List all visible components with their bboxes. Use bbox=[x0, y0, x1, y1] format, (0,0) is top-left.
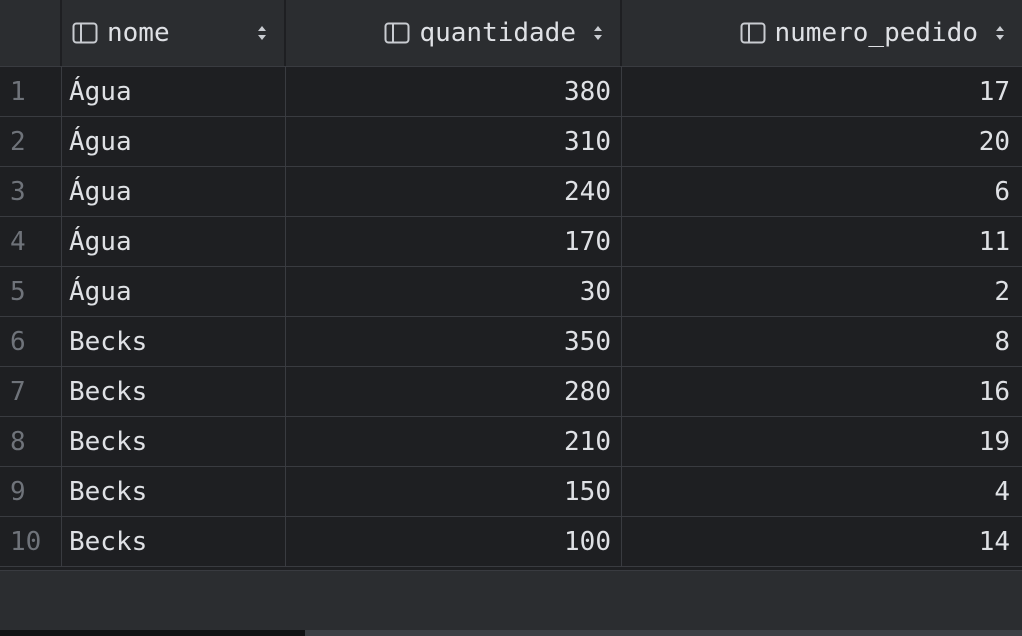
cell-numero-pedido[interactable]: 16 bbox=[622, 367, 1022, 416]
cell-nome[interactable]: Água bbox=[62, 217, 286, 266]
window-bottom-edge bbox=[0, 630, 1022, 636]
table-row[interactable]: 6 Becks 350 8 bbox=[0, 317, 1022, 367]
cell-quantidade[interactable]: 350 bbox=[286, 317, 622, 366]
column-header-label: quantidade bbox=[419, 18, 576, 48]
cell-numero-pedido[interactable]: 17 bbox=[622, 67, 1022, 116]
grid-header: nome quantidade numero_pedido bbox=[0, 0, 1022, 67]
table-row[interactable]: 5 Água 30 2 bbox=[0, 267, 1022, 317]
cell-nome[interactable]: Água bbox=[62, 67, 286, 116]
cell-quantidade[interactable]: 310 bbox=[286, 117, 622, 166]
table-row[interactable]: 10 Becks 100 14 bbox=[0, 517, 1022, 567]
cell-numero-pedido[interactable]: 8 bbox=[622, 317, 1022, 366]
column-header-quantidade[interactable]: quantidade bbox=[286, 0, 622, 66]
cell-numero-pedido[interactable]: 20 bbox=[622, 117, 1022, 166]
column-icon bbox=[72, 22, 98, 44]
column-header-label: numero_pedido bbox=[774, 18, 979, 48]
table-row[interactable]: 8 Becks 210 19 bbox=[0, 417, 1022, 467]
row-number: 2 bbox=[0, 117, 62, 166]
row-number: 1 bbox=[0, 67, 62, 116]
column-header-label: nome bbox=[107, 18, 170, 48]
column-header-label-wrap: nome bbox=[72, 18, 170, 48]
cell-nome[interactable]: Becks bbox=[62, 367, 286, 416]
cell-quantidade[interactable]: 280 bbox=[286, 367, 622, 416]
cell-quantidade[interactable]: 170 bbox=[286, 217, 622, 266]
table-row[interactable]: 1 Água 380 17 bbox=[0, 67, 1022, 117]
table-row[interactable]: 4 Água 170 11 bbox=[0, 217, 1022, 267]
cell-nome[interactable]: Água bbox=[62, 267, 286, 316]
results-screen: nome quantidade numero_pedido 1 Água 380… bbox=[0, 0, 1022, 636]
window-bottom-edge-dark bbox=[0, 630, 305, 636]
cell-numero-pedido[interactable]: 14 bbox=[622, 517, 1022, 566]
table-row[interactable]: 7 Becks 280 16 bbox=[0, 367, 1022, 417]
sort-icon[interactable] bbox=[592, 23, 604, 43]
row-number: 6 bbox=[0, 317, 62, 366]
cell-numero-pedido[interactable]: 6 bbox=[622, 167, 1022, 216]
column-header-numero-pedido[interactable]: numero_pedido bbox=[622, 0, 1022, 66]
column-header-label-wrap: quantidade bbox=[384, 18, 576, 48]
table-row[interactable]: 2 Água 310 20 bbox=[0, 117, 1022, 167]
cell-quantidade[interactable]: 100 bbox=[286, 517, 622, 566]
row-number: 4 bbox=[0, 217, 62, 266]
cell-nome[interactable]: Becks bbox=[62, 517, 286, 566]
sort-icon[interactable] bbox=[256, 23, 268, 43]
cell-numero-pedido[interactable]: 2 bbox=[622, 267, 1022, 316]
row-number: 9 bbox=[0, 467, 62, 516]
cell-nome[interactable]: Água bbox=[62, 167, 286, 216]
cell-nome[interactable]: Água bbox=[62, 117, 286, 166]
row-number: 8 bbox=[0, 417, 62, 466]
column-header-nome[interactable]: nome bbox=[62, 0, 286, 66]
cell-quantidade[interactable]: 380 bbox=[286, 67, 622, 116]
cell-quantidade[interactable]: 240 bbox=[286, 167, 622, 216]
cell-nome[interactable]: Becks bbox=[62, 317, 286, 366]
sort-icon[interactable] bbox=[994, 23, 1006, 43]
column-header-label-wrap: numero_pedido bbox=[740, 18, 979, 48]
row-number: 10 bbox=[0, 517, 62, 566]
table-row[interactable]: 9 Becks 150 4 bbox=[0, 467, 1022, 517]
cell-quantidade[interactable]: 30 bbox=[286, 267, 622, 316]
table-row[interactable]: 3 Água 240 6 bbox=[0, 167, 1022, 217]
row-number-header bbox=[0, 0, 62, 66]
cell-numero-pedido[interactable]: 19 bbox=[622, 417, 1022, 466]
grid-footer-panel bbox=[0, 570, 1022, 630]
cell-nome[interactable]: Becks bbox=[62, 467, 286, 516]
cell-quantidade[interactable]: 210 bbox=[286, 417, 622, 466]
cell-quantidade[interactable]: 150 bbox=[286, 467, 622, 516]
cell-numero-pedido[interactable]: 4 bbox=[622, 467, 1022, 516]
cell-nome[interactable]: Becks bbox=[62, 417, 286, 466]
row-number: 5 bbox=[0, 267, 62, 316]
row-number: 7 bbox=[0, 367, 62, 416]
row-number: 3 bbox=[0, 167, 62, 216]
result-grid: nome quantidade numero_pedido 1 Água 380… bbox=[0, 0, 1022, 570]
cell-numero-pedido[interactable]: 11 bbox=[622, 217, 1022, 266]
column-icon bbox=[740, 22, 765, 44]
column-icon bbox=[384, 22, 410, 44]
